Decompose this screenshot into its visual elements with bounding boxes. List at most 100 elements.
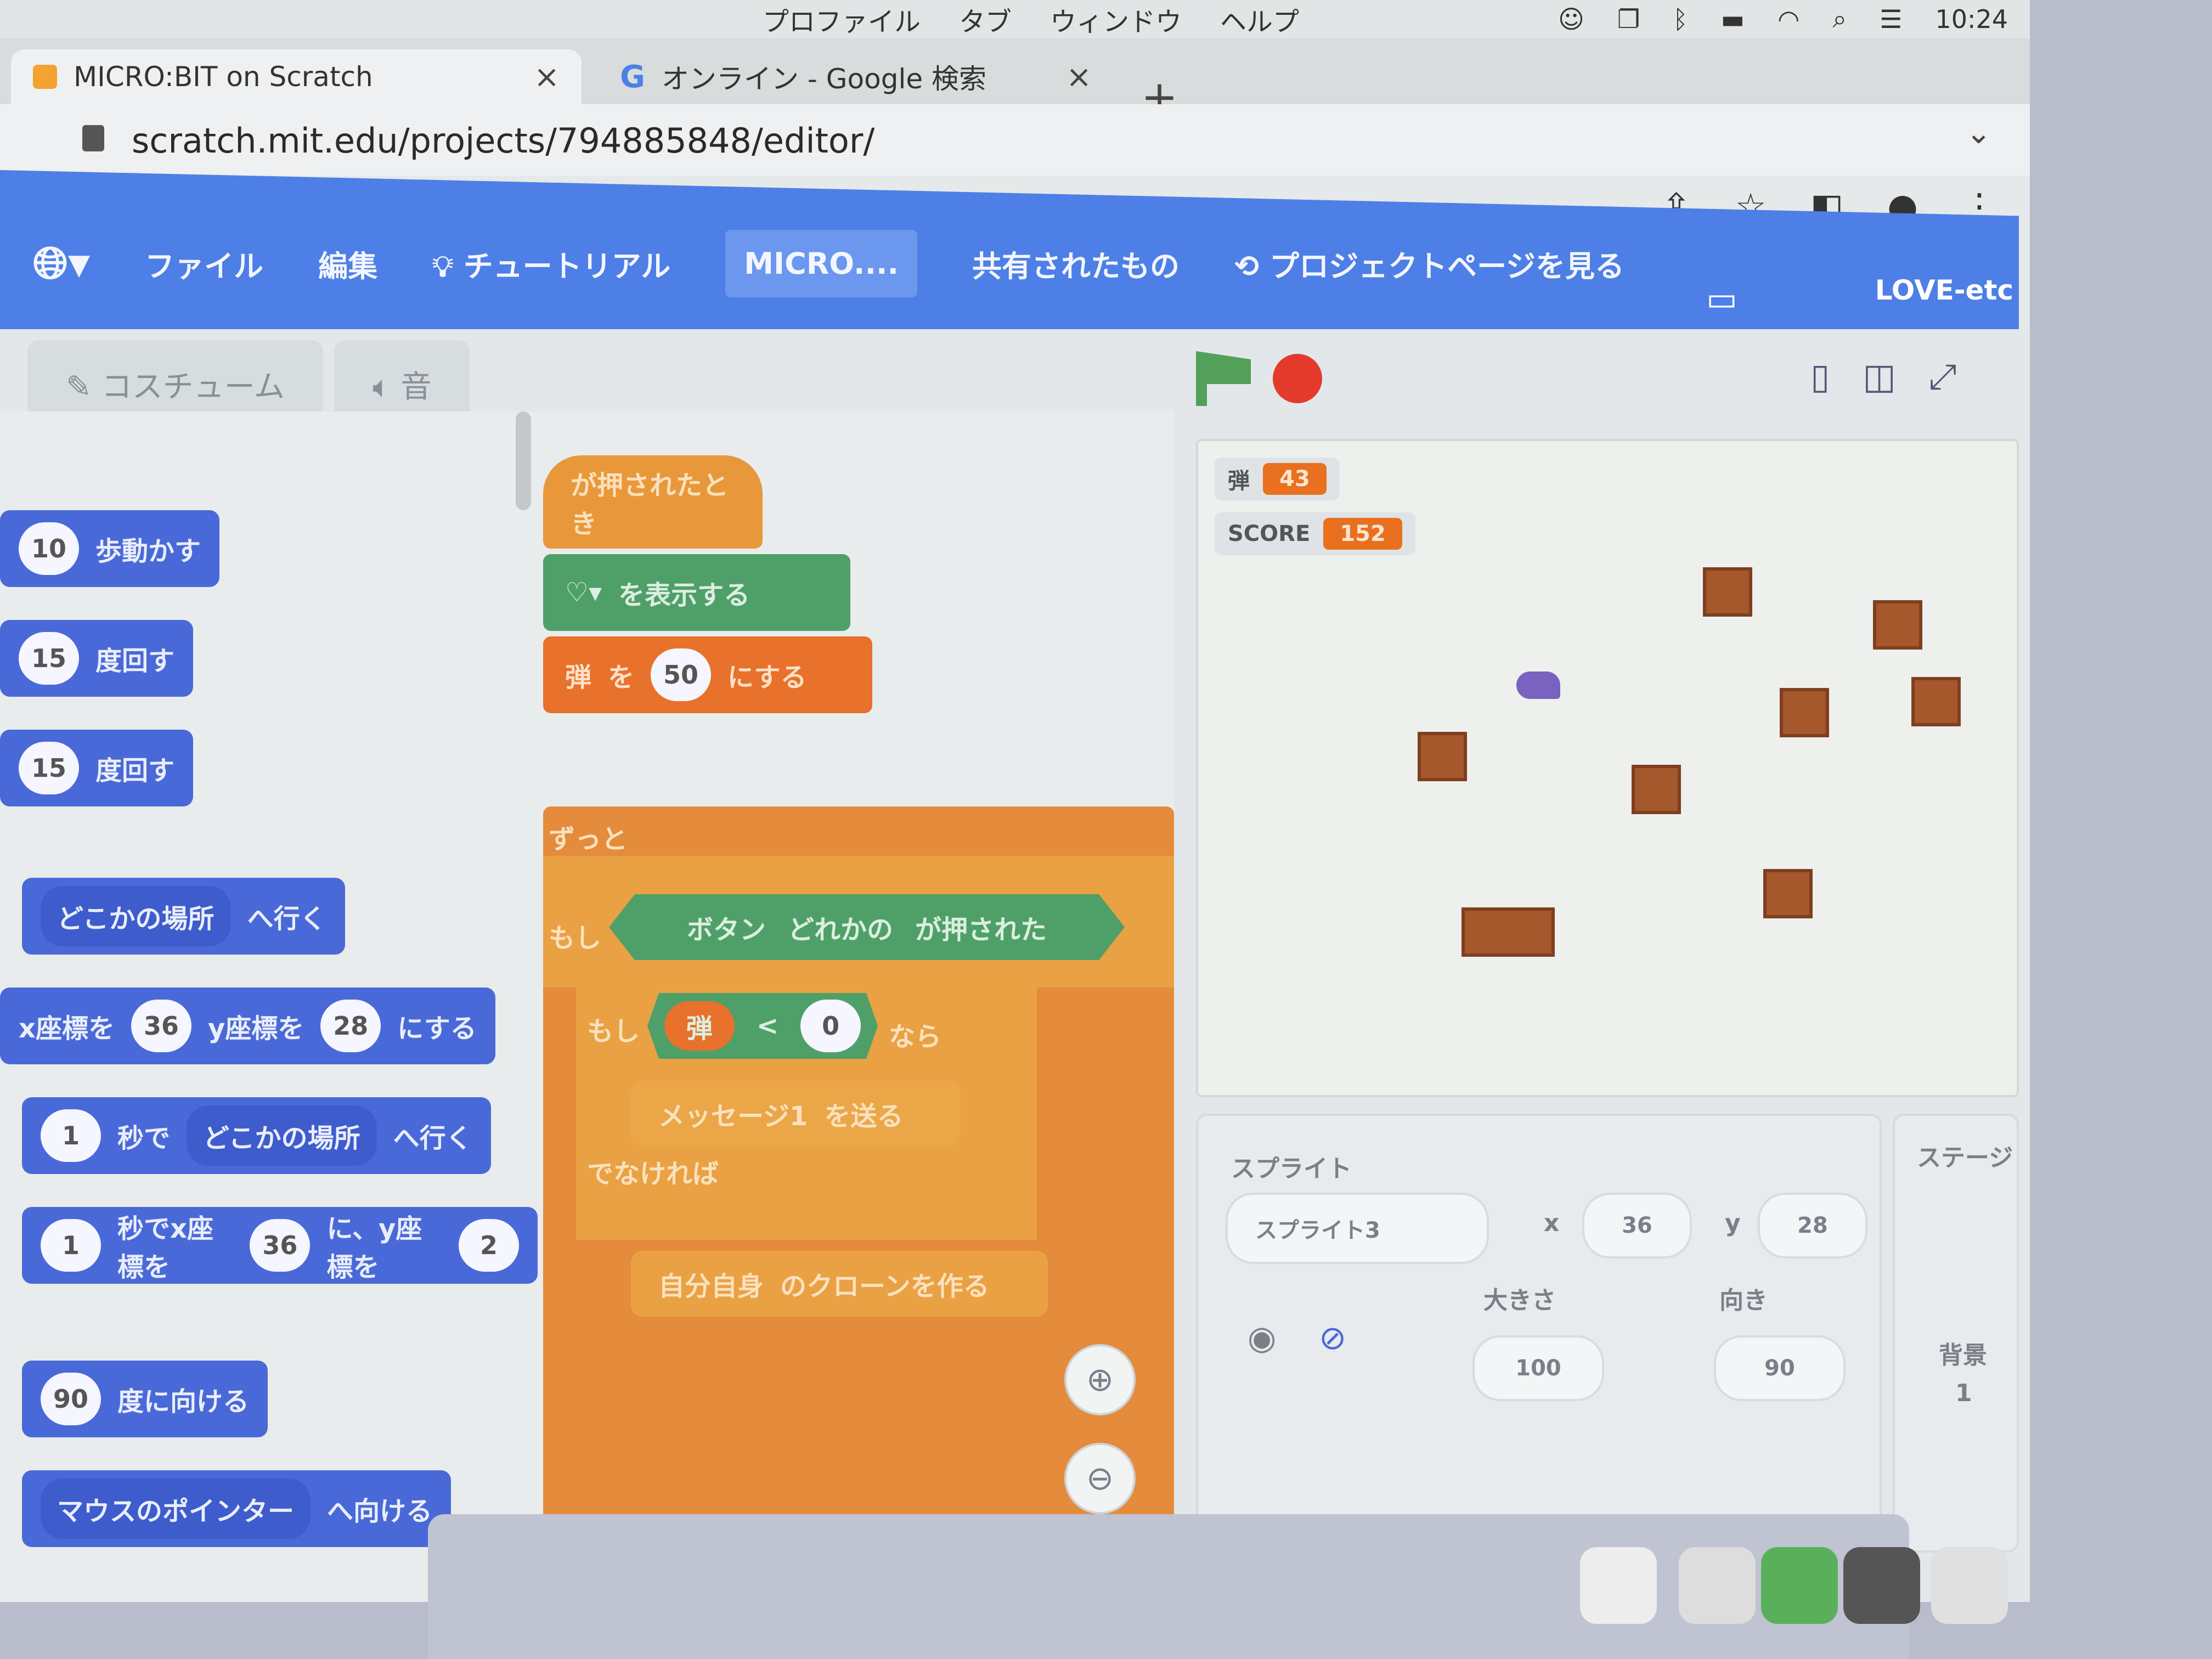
sprite-size-input[interactable]: 100 xyxy=(1472,1335,1604,1401)
pencil-icon[interactable] xyxy=(1679,1547,1756,1624)
goto-dropdown[interactable]: どこかの場所 xyxy=(41,886,231,946)
battery-icon[interactable]: ▬ xyxy=(1721,4,1745,34)
window-icon[interactable]: ❐ xyxy=(1617,4,1640,34)
turn-left-block[interactable]: 15 度回す xyxy=(0,730,194,806)
hide-sprite-icon[interactable]: ⊘ xyxy=(1319,1319,1346,1357)
large-stage-icon[interactable]: ◫ xyxy=(1863,357,1895,397)
menu-help[interactable]: ヘルプ xyxy=(1220,0,1299,38)
sprite-name-input[interactable]: スプライト3 xyxy=(1226,1193,1489,1264)
menu-profile[interactable]: プロファイル xyxy=(763,0,921,38)
block-label: を xyxy=(608,662,635,693)
sprite-y-input[interactable]: 28 xyxy=(1758,1193,1867,1259)
player-sprite[interactable] xyxy=(1516,672,1560,699)
trash-icon[interactable] xyxy=(1931,1547,2008,1624)
button-pressed-condition[interactable]: ボタン どれかの が押された xyxy=(609,894,1125,960)
glide-xy-block[interactable]: 1 秒でx座標を 36 に、y座標を 2 xyxy=(22,1207,538,1284)
degrees-input[interactable]: 15 xyxy=(19,632,79,685)
close-icon[interactable]: × xyxy=(1066,59,1092,95)
heart-icon[interactable]: ♡▾ xyxy=(565,577,602,608)
globe-icon[interactable]: 🌐︎▾ xyxy=(33,238,90,289)
turn-right-block[interactable]: 15 度回す xyxy=(0,620,194,697)
clone-dropdown[interactable]: 自分自身 xyxy=(658,1265,764,1303)
variable-reporter[interactable]: 弾 xyxy=(664,1001,735,1051)
sprite-direction-input[interactable]: 90 xyxy=(1714,1335,1846,1401)
tab-google-search[interactable]: G オンライン - Google 検索 × xyxy=(598,49,1114,104)
fullscreen-icon[interactable]: ⤢ xyxy=(1929,357,1957,397)
url-text[interactable]: scratch.mit.edu/projects/794885848/edito… xyxy=(132,121,874,161)
value-input[interactable]: 50 xyxy=(651,648,712,701)
chrome-icon[interactable] xyxy=(1580,1547,1657,1624)
menu-tutorials[interactable]: 💡︎ チュートリアル xyxy=(432,242,670,285)
point-towards-block[interactable]: マウスのポインター へ向ける xyxy=(22,1470,452,1547)
x-input[interactable]: 36 xyxy=(131,1000,191,1052)
message-dropdown[interactable]: メッセージ1 xyxy=(658,1094,808,1133)
clock[interactable]: 10:24 xyxy=(1935,4,2008,34)
y-input[interactable]: 2 xyxy=(459,1219,519,1272)
menu-file[interactable]: ファイル xyxy=(145,242,263,285)
secs-input[interactable]: 1 xyxy=(41,1109,101,1162)
green-flag-icon[interactable] xyxy=(1196,351,1251,406)
broadcast-block[interactable]: メッセージ1 を送る xyxy=(631,1081,960,1147)
tab-microbit-scratch[interactable]: MICRO:BIT on Scratch × xyxy=(11,49,582,104)
menu-edit[interactable]: 編集 xyxy=(318,242,377,285)
show-sprite-eye-icon[interactable]: ◉ xyxy=(1248,1319,1276,1357)
menu-shared[interactable]: 共有されたもの xyxy=(972,242,1180,285)
project-title-input[interactable]: MICRO.... xyxy=(725,229,918,297)
goto-block[interactable]: どこかの場所 へ行く xyxy=(22,878,345,955)
see-project-page-button[interactable]: ⟲ プロジェクトページを見る xyxy=(1234,242,1624,285)
show-icon-block[interactable]: ♡▾ を表示する xyxy=(543,554,850,631)
control-center-icon[interactable]: ☰ xyxy=(1880,4,1902,34)
brick-sprite[interactable] xyxy=(1632,765,1681,814)
towards-dropdown[interactable]: マウスのポインター xyxy=(41,1479,311,1539)
degrees-input[interactable]: 15 xyxy=(19,742,79,794)
menu-window[interactable]: ウィンドウ xyxy=(1050,0,1182,38)
brick-sprite[interactable] xyxy=(1418,732,1467,781)
y-input[interactable]: 28 xyxy=(320,1000,381,1052)
value-input[interactable]: 0 xyxy=(800,1000,861,1052)
block-palette[interactable]: 10 歩動かす 15 度回す 15 度回す どこかの場所 へ行く x座標を 36… xyxy=(0,411,538,1602)
my-stuff-folder-icon[interactable]: ▭ xyxy=(1706,280,1737,318)
set-variable-block[interactable]: 弾 を 50 にする xyxy=(543,636,872,713)
user-icon[interactable]: ☺ xyxy=(1558,4,1584,34)
close-icon[interactable]: × xyxy=(534,59,560,95)
glide-random-block[interactable]: 1 秒で どこかの場所 へ行く xyxy=(22,1097,491,1174)
when-flag-clicked-hat[interactable]: が押されたとき xyxy=(543,455,763,549)
steps-input[interactable]: 10 xyxy=(19,522,79,575)
brick-sprite[interactable] xyxy=(1763,869,1813,918)
zoom-in-icon[interactable]: ⊕ xyxy=(1064,1344,1136,1415)
bluetooth-icon[interactable]: ᛒ xyxy=(1673,4,1688,34)
script-area[interactable]: が押されたとき ♡▾ を表示する 弾 を 50 にする ずっと もし ボタン ど… xyxy=(538,411,1174,1602)
small-stage-icon[interactable]: ▯ xyxy=(1810,357,1830,397)
chevron-down-icon[interactable]: ⌄ xyxy=(1966,115,1991,151)
move-steps-block[interactable]: 10 歩動かす xyxy=(0,510,220,587)
variable-dropdown[interactable]: 弾 xyxy=(565,656,591,694)
stage-target-pane[interactable]: ステージ 背景 1 xyxy=(1893,1114,2019,1553)
address-bar[interactable]: scratch.mit.edu/projects/794885848/edito… xyxy=(0,104,2030,176)
menu-tab[interactable]: タブ xyxy=(959,0,1012,38)
brick-sprite[interactable] xyxy=(1703,567,1752,617)
brick-sprite[interactable] xyxy=(1462,907,1555,957)
glide-dropdown[interactable]: どこかの場所 xyxy=(187,1105,377,1166)
x-input[interactable]: 36 xyxy=(250,1219,311,1272)
direction-input[interactable]: 90 xyxy=(41,1373,101,1425)
brick-sprite[interactable] xyxy=(1873,600,1922,650)
zoom-out-icon[interactable]: ⊖ xyxy=(1064,1443,1136,1514)
stage[interactable]: 弾 43 SCORE 152 xyxy=(1196,439,2019,1097)
button-dropdown[interactable]: どれかの xyxy=(788,908,893,946)
less-than-condition[interactable]: 弾 < 0 xyxy=(647,993,878,1059)
user-account-menu[interactable]: LOVE-etc xyxy=(1875,274,2013,306)
microbit-icon[interactable] xyxy=(1843,1547,1920,1624)
search-icon[interactable]: ⌕ xyxy=(1832,4,1847,35)
wifi-icon[interactable]: ◠ xyxy=(1778,4,1799,34)
create-clone-block[interactable]: 自分自身 のクローンを作る xyxy=(631,1251,1048,1317)
secs-input[interactable]: 1 xyxy=(41,1219,101,1272)
sprite-x-input[interactable]: 36 xyxy=(1582,1193,1692,1259)
point-direction-block[interactable]: 90 度に向ける xyxy=(22,1361,268,1437)
operator-label: < xyxy=(756,1011,779,1041)
brick-sprite[interactable] xyxy=(1780,688,1829,737)
set-xy-block[interactable]: x座標を 36 y座標を 28 にする xyxy=(0,988,495,1064)
stop-icon[interactable] xyxy=(1273,354,1322,403)
app-icon[interactable] xyxy=(1761,1547,1838,1624)
palette-scrollbar[interactable] xyxy=(516,411,531,510)
brick-sprite[interactable] xyxy=(1911,677,1961,726)
